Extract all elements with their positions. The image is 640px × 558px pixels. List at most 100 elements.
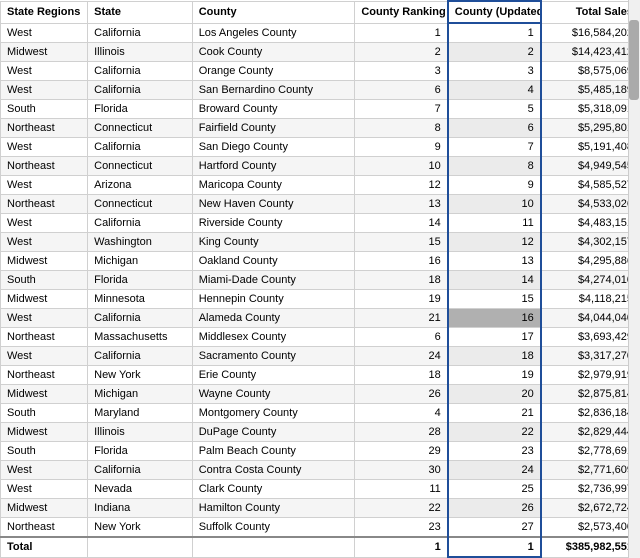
cell-total-sales: $4,295,886 xyxy=(541,252,640,271)
cell-county-updated: 24 xyxy=(448,461,541,480)
cell-state-regions: West xyxy=(1,81,88,100)
cell-state: Connecticut xyxy=(88,157,193,176)
cell-state-regions: West xyxy=(1,138,88,157)
total-label: Total xyxy=(1,537,88,557)
cell-state-regions: West xyxy=(1,309,88,328)
cell-county: Miami-Dade County xyxy=(192,271,355,290)
cell-county-updated: 20 xyxy=(448,385,541,404)
cell-county-ranking: 21 xyxy=(355,309,448,328)
cell-county-updated: 7 xyxy=(448,138,541,157)
cell-county: Erie County xyxy=(192,366,355,385)
cell-county: Hartford County xyxy=(192,157,355,176)
cell-county: Orange County xyxy=(192,62,355,81)
cell-county-updated: 8 xyxy=(448,157,541,176)
cell-state: Massachusetts xyxy=(88,328,193,347)
cell-county-ranking: 16 xyxy=(355,252,448,271)
table-row: WestNevadaClark County1125$2,736,997 xyxy=(1,480,640,499)
table-row: MidwestMinnesotaHennepin County1915$4,11… xyxy=(1,290,640,309)
table-row: NortheastConnecticutFairfield County86$5… xyxy=(1,119,640,138)
cell-total-sales: $2,875,814 xyxy=(541,385,640,404)
cell-county-updated: 9 xyxy=(448,176,541,195)
cell-county-updated: 10 xyxy=(448,195,541,214)
cell-total-sales: $14,423,412 xyxy=(541,43,640,62)
cell-state: California xyxy=(88,138,193,157)
cell-state-regions: West xyxy=(1,347,88,366)
cell-county-updated: 6 xyxy=(448,119,541,138)
cell-total-sales: $4,483,151 xyxy=(541,214,640,233)
cell-county-ranking: 3 xyxy=(355,62,448,81)
cell-county-ranking: 18 xyxy=(355,366,448,385)
table-row: WestCaliforniaSan Bernardino County64$5,… xyxy=(1,81,640,100)
cell-state-regions: Northeast xyxy=(1,119,88,138)
cell-state: California xyxy=(88,214,193,233)
cell-county-updated: 18 xyxy=(448,347,541,366)
cell-county-ranking: 23 xyxy=(355,518,448,538)
cell-total-sales: $2,836,184 xyxy=(541,404,640,423)
total-row: Total11$385,982,551 xyxy=(1,537,640,557)
cell-total-sales: $8,575,069 xyxy=(541,62,640,81)
cell-state-regions: West xyxy=(1,480,88,499)
table-row: WestCaliforniaRiverside County1411$4,483… xyxy=(1,214,640,233)
cell-county: Riverside County xyxy=(192,214,355,233)
cell-county-updated: 16 xyxy=(448,309,541,328)
cell-county: Los Angeles County xyxy=(192,23,355,43)
cell-county-updated: 13 xyxy=(448,252,541,271)
cell-total-sales: $2,979,919 xyxy=(541,366,640,385)
cell-state: Michigan xyxy=(88,252,193,271)
table-row: NortheastNew YorkErie County1819$2,979,9… xyxy=(1,366,640,385)
cell-state-regions: West xyxy=(1,176,88,195)
cell-state: Indiana xyxy=(88,499,193,518)
cell-county-ranking: 8 xyxy=(355,119,448,138)
cell-county-ranking: 30 xyxy=(355,461,448,480)
cell-state-regions: West xyxy=(1,62,88,81)
cell-county: Hamilton County xyxy=(192,499,355,518)
cell-state-regions: South xyxy=(1,271,88,290)
cell-county-ranking: 2 xyxy=(355,43,448,62)
cell-state-regions: West xyxy=(1,233,88,252)
cell-total-sales: $16,584,202 xyxy=(541,23,640,43)
table-row: WestCaliforniaContra Costa County3024$2,… xyxy=(1,461,640,480)
cell-state: Nevada xyxy=(88,480,193,499)
header-state[interactable]: State xyxy=(88,1,193,23)
cell-county-updated: 17 xyxy=(448,328,541,347)
table-row: NortheastNew YorkSuffolk County2327$2,57… xyxy=(1,518,640,538)
scrollbar-thumb[interactable] xyxy=(629,20,639,100)
cell-county: Cook County xyxy=(192,43,355,62)
scrollbar[interactable] xyxy=(628,0,640,558)
header-state-regions[interactable]: State Regions xyxy=(1,1,88,23)
cell-state-regions: West xyxy=(1,214,88,233)
header-total-sales[interactable]: Total Sales xyxy=(541,1,640,23)
cell-state: Michigan xyxy=(88,385,193,404)
cell-state: Illinois xyxy=(88,423,193,442)
cell-state-regions: South xyxy=(1,100,88,119)
header-county[interactable]: County xyxy=(192,1,355,23)
cell-state: Illinois xyxy=(88,43,193,62)
table-container: State Regions State County County Rankin… xyxy=(0,0,640,558)
cell-county-updated: 11 xyxy=(448,214,541,233)
cell-state: New York xyxy=(88,366,193,385)
cell-county-ranking: 11 xyxy=(355,480,448,499)
cell-state-regions: Midwest xyxy=(1,423,88,442)
cell-state-regions: Northeast xyxy=(1,328,88,347)
cell-county: Fairfield County xyxy=(192,119,355,138)
table-row: MidwestIllinoisDuPage County2822$2,829,4… xyxy=(1,423,640,442)
cell-county-updated: 1 xyxy=(448,23,541,43)
cell-county-updated: 22 xyxy=(448,423,541,442)
cell-state-regions: Northeast xyxy=(1,157,88,176)
cell-county-updated: 27 xyxy=(448,518,541,538)
table-row: MidwestIllinoisCook County22$14,423,412 xyxy=(1,43,640,62)
cell-county-updated: 12 xyxy=(448,233,541,252)
data-table: State Regions State County County Rankin… xyxy=(0,0,640,558)
total-state xyxy=(88,537,193,557)
cell-state: Connecticut xyxy=(88,119,193,138)
cell-total-sales: $2,829,444 xyxy=(541,423,640,442)
header-county-ranking[interactable]: County Ranking xyxy=(355,1,448,23)
cell-county-ranking: 29 xyxy=(355,442,448,461)
table-row: NortheastMassachusettsMiddlesex County61… xyxy=(1,328,640,347)
table-row: WestWashingtonKing County1512$4,302,157 xyxy=(1,233,640,252)
header-county-updated[interactable]: County (Updated) xyxy=(448,1,541,23)
cell-state-regions: Northeast xyxy=(1,366,88,385)
cell-county: Sacramento County xyxy=(192,347,355,366)
table-row: WestCaliforniaSacramento County2418$3,31… xyxy=(1,347,640,366)
cell-county: Broward County xyxy=(192,100,355,119)
